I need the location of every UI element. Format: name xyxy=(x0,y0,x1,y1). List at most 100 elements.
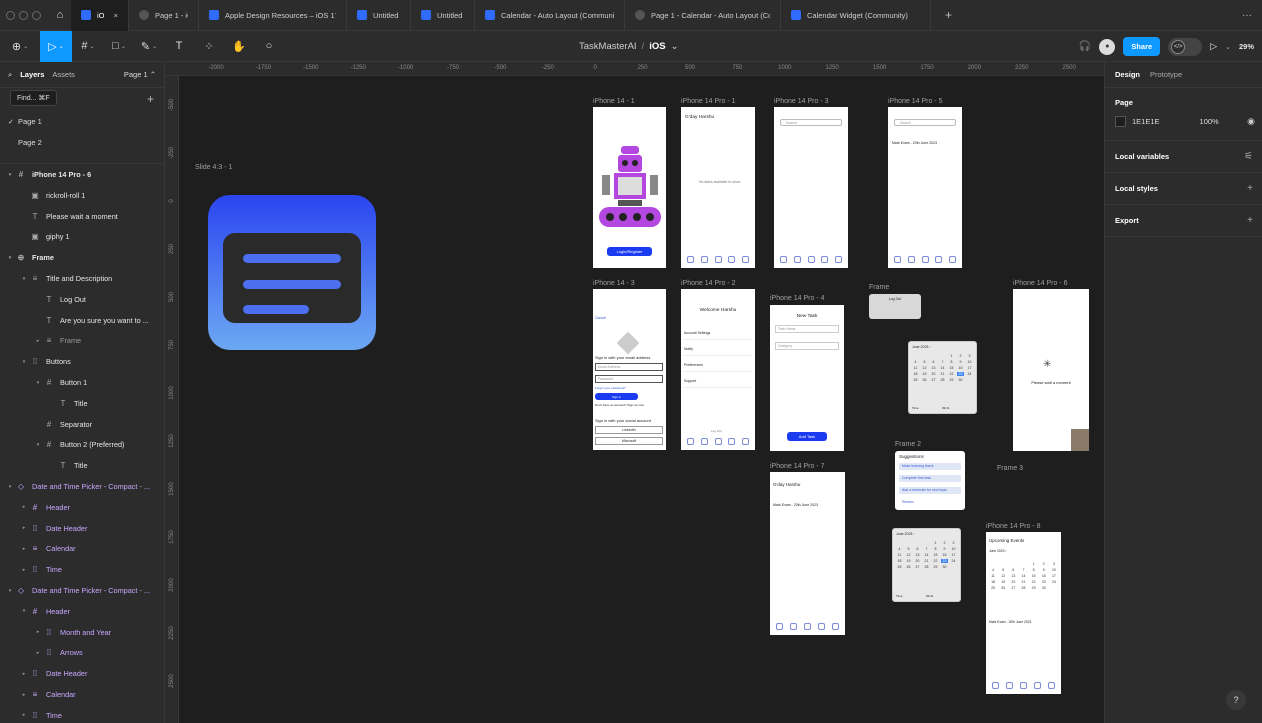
frame-iphone-14-1[interactable]: Login/Register xyxy=(593,107,666,268)
frame-iphone-14-pro-4[interactable]: New Task Task Name Category Add Task xyxy=(770,305,844,451)
frame-iphone-14-pro-8[interactable]: Upcoming Events June 2023 › 123 4 5 6 7 8 9 10… xyxy=(986,532,1061,694)
layer-row[interactable]: ▸ # Header xyxy=(0,497,164,518)
resources-icon[interactable]: ⁘ xyxy=(194,31,224,62)
tab-item[interactable]: Calendar - Auto Layout (Community) xyxy=(475,0,625,31)
layer-row[interactable]: T Are you sure you want to ... xyxy=(0,310,164,331)
page-opacity-value[interactable]: 100% xyxy=(1200,117,1219,126)
calendar-grid[interactable]: 123 4 5 6 7 8 9 10 11 12 13 14 15 16 17 18 19 20 21 22 23… xyxy=(912,354,973,382)
log-out-link[interactable]: Log Out xyxy=(711,429,722,433)
suggestion-item[interactable]: Complete first task xyxy=(899,475,961,482)
cancel-link[interactable]: Cancel xyxy=(595,316,606,320)
layer-row[interactable]: ▸ ⁞⁞ Time xyxy=(0,559,164,580)
suggestion-item[interactable]: Review xyxy=(899,499,961,506)
frame-label[interactable]: Frame 2 xyxy=(895,441,921,448)
maximize-window-icon[interactable] xyxy=(32,10,41,20)
frame-iphone-14-pro-7[interactable]: G'day Harshu Mark Exam - 20th June 2023 xyxy=(770,472,845,635)
chevron-down-icon[interactable]: ⌄ xyxy=(671,41,679,52)
app-icon[interactable] xyxy=(208,195,376,350)
sliders-icon[interactable]: ⚟ xyxy=(1244,151,1253,162)
layer-row[interactable]: ▸ ⁞⁞ Date Header xyxy=(0,518,164,539)
local-variables-section[interactable]: Local variables ⚟ xyxy=(1105,141,1262,173)
layer-row[interactable]: ▣ giphy 1 xyxy=(0,226,164,247)
layer-row[interactable]: ▣ rickroll-roll 1 xyxy=(0,185,164,206)
caret-right-icon[interactable]: ▸ xyxy=(34,629,42,635)
date-picker[interactable]: June 2023 › 123 4 5 6 7 8 9 10 11 12 13 14 15 16 17 … xyxy=(908,341,977,414)
frame-label[interactable]: iPhone 14 Pro - 8 xyxy=(986,523,1040,530)
layer-row[interactable]: T Please wait a moment xyxy=(0,206,164,227)
add-export-button[interactable]: + xyxy=(1247,215,1253,226)
new-tab-button[interactable]: + xyxy=(931,8,966,22)
frame-iphone-14-pro-6[interactable]: ✳ Please wait a moment xyxy=(1013,289,1089,451)
caret-down-icon[interactable]: ▾ xyxy=(6,484,14,490)
local-styles-section[interactable]: Local styles + xyxy=(1105,173,1262,205)
forgot-password-link[interactable]: Forgot your password? xyxy=(595,386,626,390)
menu-row[interactable]: Preferences xyxy=(684,358,752,372)
layer-row[interactable]: T Title xyxy=(0,393,164,414)
caret-down-icon[interactable]: ▾ xyxy=(6,255,14,261)
share-button[interactable]: Share xyxy=(1123,37,1161,56)
tab-prototype[interactable]: Prototype xyxy=(1150,70,1182,79)
suggestion-item[interactable]: Make learning fluent xyxy=(899,463,961,470)
month-year[interactable]: June 2023 › xyxy=(989,549,1006,553)
menu-row[interactable]: Account Settings xyxy=(684,326,752,340)
caret-down-icon[interactable]: ▾ xyxy=(6,588,14,594)
layer-row[interactable]: ▾ ≡ Title and Description xyxy=(0,268,164,289)
month-year[interactable]: June 2023 › xyxy=(912,345,931,349)
layer-row[interactable]: ▾ ⊕ Frame xyxy=(0,247,164,268)
layer-row[interactable]: T Log Out xyxy=(0,289,164,310)
tab-item[interactable]: Calendar Widget (Community) xyxy=(781,0,931,31)
layer-row[interactable]: ▸ ⁞⁞ Arrows xyxy=(0,642,164,663)
close-tab-icon[interactable]: × xyxy=(114,11,118,20)
layer-row[interactable]: ▸ ≡ Calendar xyxy=(0,684,164,705)
eye-icon[interactable]: ◉ xyxy=(1247,116,1255,127)
layer-row[interactable]: ▾ # Button 1 xyxy=(0,372,164,393)
caret-right-icon[interactable]: ▸ xyxy=(20,567,28,573)
frame-tool-icon[interactable]: # ⌄ xyxy=(72,31,104,62)
frame-label[interactable]: iPhone 14 Pro - 2 xyxy=(681,280,735,287)
suggestion-item[interactable]: Add a reminder for next topic xyxy=(899,487,961,494)
tab-layers[interactable]: Layers xyxy=(20,70,44,79)
caret-right-icon[interactable]: ▸ xyxy=(20,525,28,531)
caret-right-icon[interactable]: ▸ xyxy=(20,712,28,718)
frame-label[interactable]: Frame 3 xyxy=(997,465,1023,472)
frame-iphone-14-pro-2[interactable]: Welcome Harshu Account Settings Notify P… xyxy=(681,289,755,450)
add-task-button[interactable]: Add Task xyxy=(787,432,827,441)
layer-row[interactable]: ▾ # Header xyxy=(0,601,164,622)
hand-tool-icon[interactable]: ✋ xyxy=(224,31,254,62)
frame-iphone-14-3[interactable]: Cancel Sign in with your email address E… xyxy=(593,289,666,450)
frame-label[interactable]: iPhone 14 Pro - 6 xyxy=(1013,280,1067,287)
tab-item[interactable]: Page 1 - Calendar - Auto Layout (Com xyxy=(625,0,781,31)
category-field[interactable]: Category xyxy=(775,342,839,350)
caret-right-icon[interactable]: ▸ xyxy=(20,546,28,552)
tab-item[interactable]: Untitled xyxy=(411,0,475,31)
sign-in-button[interactable]: Sign in xyxy=(595,393,638,400)
text-tool-icon[interactable]: T xyxy=(164,31,194,62)
layer-row[interactable]: ▾ ◇ Date and Time Picker - Compact - ... xyxy=(0,476,164,497)
help-button[interactable]: ? xyxy=(1226,690,1246,710)
frame-label[interactable]: Slide 4:3 - 1 xyxy=(195,164,232,171)
tab-item[interactable]: Untitled xyxy=(347,0,411,31)
caret-down-icon[interactable]: ▾ xyxy=(34,380,42,386)
dev-mode-toggle[interactable]: </> xyxy=(1168,37,1203,56)
layer-row[interactable]: ▸ ≡ Frame xyxy=(0,330,164,351)
present-icon[interactable]: ▷ xyxy=(1210,41,1217,52)
close-window-icon[interactable] xyxy=(6,10,15,20)
frame-label[interactable]: Frame xyxy=(869,284,889,291)
frame-label[interactable]: iPhone 14 Pro - 1 xyxy=(681,98,735,105)
layer-row[interactable]: ▸ ⁞⁞ Month and Year xyxy=(0,622,164,643)
task-name-field[interactable]: Task Name xyxy=(775,325,839,333)
search-input[interactable]: Search xyxy=(780,119,842,126)
export-section[interactable]: Export + xyxy=(1105,205,1262,237)
add-page-button[interactable]: + xyxy=(147,92,154,106)
layer-row[interactable]: ▾ # Button 2 (Preferred) xyxy=(0,434,164,455)
present-chevron-icon[interactable]: ⌄ xyxy=(1225,43,1231,51)
file-breadcrumb[interactable]: TaskMasterAI / iOS ⌄ xyxy=(579,31,679,62)
email-field[interactable]: Email Address xyxy=(595,363,663,371)
layer-row[interactable]: ▾ ⁞⁞ Buttons xyxy=(0,351,164,372)
move-tool-icon[interactable]: ▷ ⌄ xyxy=(40,30,72,62)
time-value[interactable]: 09:41 xyxy=(926,594,934,598)
caret-right-icon[interactable]: ▸ xyxy=(20,671,28,677)
caret-down-icon[interactable]: ▾ xyxy=(20,359,28,365)
login-register-button[interactable]: Login/Register xyxy=(607,247,652,256)
calendar-grid[interactable]: 123 4 5 6 7 8 9 10 11 12 13 14 15 16 17 18 19 20 21 22 23… xyxy=(989,562,1058,590)
